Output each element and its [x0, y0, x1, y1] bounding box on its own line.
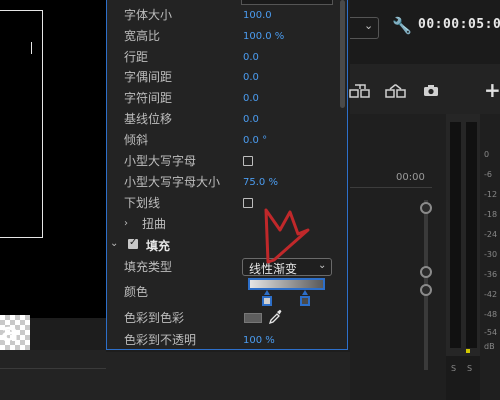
zoom-handle-top[interactable] — [420, 202, 432, 214]
meter-peak-indicator — [466, 349, 470, 353]
baseline-shift-label: 基线位移 — [124, 112, 173, 126]
solo-right-button[interactable]: S — [467, 364, 472, 373]
divider — [0, 368, 106, 369]
gradient-stop-caret — [302, 290, 308, 295]
gradient-stop-start[interactable] — [262, 296, 272, 306]
small-caps-checkbox[interactable] — [243, 156, 253, 166]
font-style-field-edge[interactable] — [241, 0, 333, 5]
add-button-icon[interactable]: + — [484, 78, 500, 102]
baseline-shift-value[interactable]: 0.0 — [243, 113, 259, 127]
distort-label[interactable]: 扭曲 — [142, 217, 166, 231]
color-label: 颜色 — [124, 285, 149, 299]
panel-scroll-thumb[interactable] — [340, 0, 345, 108]
playhead-timecode[interactable]: 00:00:05:00 — [418, 17, 500, 32]
chevron-down-icon[interactable]: ⌄ — [110, 238, 118, 249]
zoom-handle-bottom[interactable] — [420, 284, 432, 296]
meter-scale-label: -30 — [484, 250, 498, 259]
leading-value[interactable]: 0.0 — [243, 51, 259, 65]
bottom-panel-strip — [106, 352, 350, 400]
kerning-value[interactable]: 0.0 — [243, 71, 259, 85]
meter-scale-label: -48 — [484, 310, 498, 319]
gradient-stop-end[interactable] — [300, 296, 310, 306]
annotation-arrow-icon — [264, 208, 310, 264]
font-size-value[interactable]: 100.0 — [243, 9, 272, 23]
underline-checkbox[interactable] — [243, 198, 253, 208]
color-to-color-label: 色彩到色彩 — [124, 311, 185, 325]
meter-scale-label: -36 — [484, 270, 498, 279]
fill-type-label: 填充类型 — [124, 260, 173, 274]
fill-enable-checkbox[interactable] — [128, 237, 138, 249]
extract-icon[interactable] — [385, 84, 407, 98]
lift-icon[interactable] — [349, 84, 371, 98]
safe-margin-frame — [0, 10, 43, 238]
small-caps-label: 小型大写字母 — [124, 154, 197, 168]
tracking-value[interactable]: 0.0 — [243, 92, 259, 106]
audio-meter-left — [450, 122, 461, 348]
meter-scale-label: -54 — [484, 328, 498, 337]
gradient-stop-caret — [264, 290, 270, 295]
leading-label: 行距 — [124, 50, 149, 64]
aspect-value[interactable]: 100.0 % — [243, 30, 284, 44]
chevron-down-icon: ⌄ — [364, 19, 374, 32]
fill-section-title: 填充 — [146, 239, 171, 253]
time-ruler[interactable] — [350, 187, 432, 188]
meter-scale-label: -24 — [484, 230, 498, 239]
color-to-opacity-value[interactable]: 100 % — [243, 334, 275, 348]
stop-color-swatch[interactable] — [244, 313, 262, 323]
meter-db-label: dB — [484, 342, 495, 351]
aspect-label: 宽高比 — [124, 29, 161, 43]
meter-scale-label: -12 — [484, 190, 498, 199]
font-size-label: 字体大小 — [124, 8, 173, 22]
small-caps-size-label: 小型大写字母大小 — [124, 175, 221, 189]
time-ruler-label: 00:00 — [396, 172, 425, 183]
small-caps-size-value[interactable]: 75.0 % — [243, 176, 278, 190]
solo-left-button[interactable]: S — [451, 364, 456, 373]
monitor-controls-area — [0, 350, 106, 400]
meter-scale-label: -6 — [484, 170, 492, 179]
zoom-handle-middle[interactable] — [420, 266, 432, 278]
wrench-icon[interactable]: 🔧 — [392, 16, 412, 35]
kerning-label: 字偶间距 — [124, 70, 173, 84]
slant-label: 倾斜 — [124, 133, 149, 147]
chevron-right-icon[interactable]: › — [124, 218, 128, 229]
chevron-down-icon: ⌄ — [318, 260, 327, 271]
meter-scale-label: 0 — [484, 150, 490, 159]
meter-footer — [446, 356, 480, 400]
underline-label: 下划线 — [124, 196, 161, 210]
audio-meter-right — [466, 122, 477, 348]
meter-scale-label: -42 — [484, 290, 498, 299]
slant-value[interactable]: 0.0 ° — [243, 134, 267, 148]
safe-margin-tick — [31, 42, 32, 54]
tracking-label: 字符间距 — [124, 91, 173, 105]
eyedropper-icon[interactable] — [268, 309, 282, 325]
meter-scale-label: -18 — [484, 210, 498, 219]
preview-text-glyph: a — [1, 318, 19, 348]
gradient-preview-bar[interactable] — [248, 278, 325, 290]
color-to-opacity-label: 色彩到不透明 — [124, 333, 197, 347]
camera-icon[interactable] — [423, 84, 439, 97]
